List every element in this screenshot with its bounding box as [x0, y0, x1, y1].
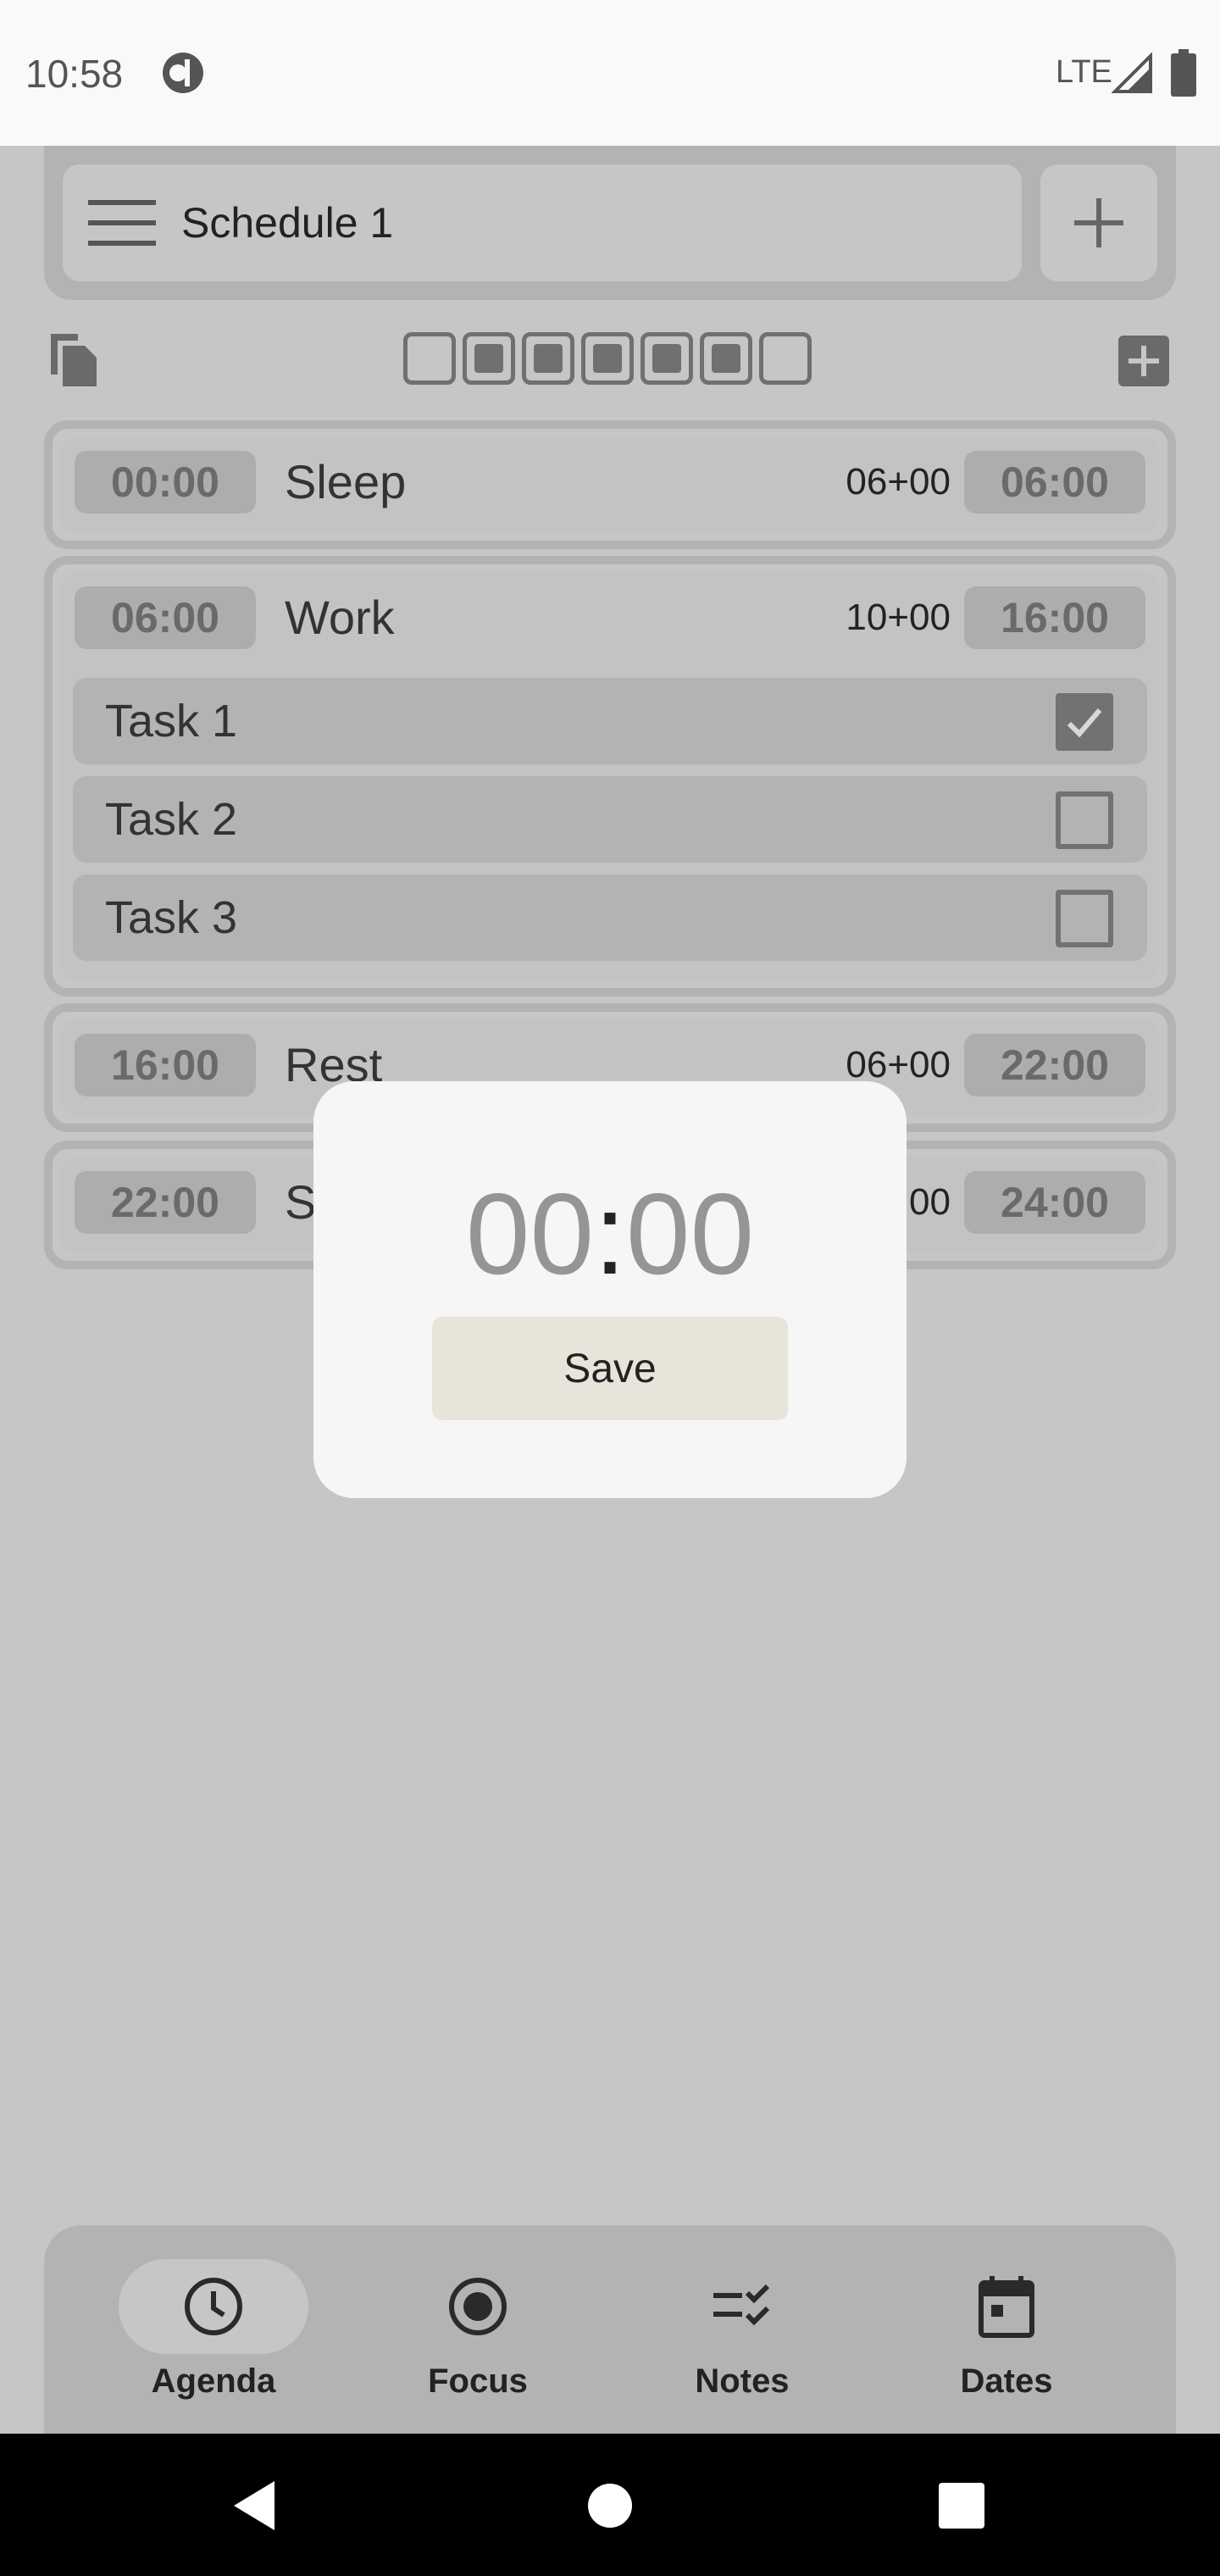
task-row[interactable]: Task 2: [73, 776, 1147, 863]
battery-icon: [1171, 49, 1196, 97]
time-separator: :: [594, 1169, 626, 1298]
menu-icon[interactable]: [88, 198, 156, 247]
task-label: Task 3: [105, 892, 238, 943]
task-checkbox[interactable]: [1056, 693, 1113, 751]
nav-label: Dates: [960, 2362, 1053, 2400]
minutes-value[interactable]: 00: [626, 1169, 754, 1298]
nav-label: Notes: [695, 2362, 790, 2400]
target-icon: [449, 2278, 507, 2335]
recents-icon[interactable]: [932, 2476, 991, 2535]
nav-dates[interactable]: Dates: [896, 2259, 1117, 2412]
plus-icon: [1074, 198, 1123, 247]
nav-label: Focus: [428, 2362, 528, 2400]
start-time[interactable]: 22:00: [75, 1171, 256, 1234]
day-toggle-4[interactable]: [581, 332, 634, 385]
app-notification-icon: [163, 53, 203, 93]
task-row[interactable]: Task 3: [73, 874, 1147, 961]
time-picker-dialog: 00:00 Save: [313, 1081, 907, 1498]
block-duration: 10+00: [846, 597, 951, 638]
schedule-title[interactable]: Schedule 1: [181, 197, 393, 249]
system-navigation-bar: [0, 2434, 1220, 2576]
day-toggle-7[interactable]: [759, 332, 812, 385]
end-time[interactable]: 06:00: [964, 451, 1145, 514]
calendar-icon: [979, 2276, 1034, 2338]
time-display: 00:00: [313, 1174, 907, 1293]
nav-label: Agenda: [151, 2362, 276, 2400]
save-button[interactable]: Save: [432, 1317, 788, 1420]
checklist-icon: [713, 2284, 770, 2326]
end-time[interactable]: 16:00: [964, 586, 1145, 649]
task-label: Task 1: [105, 696, 238, 747]
block-name: S: [285, 1175, 317, 1229]
nav-agenda[interactable]: Agenda: [103, 2259, 324, 2412]
agenda-block[interactable]: 00:00 Sleep 06+00 06:00: [44, 420, 1176, 549]
add-block-icon[interactable]: [1118, 336, 1169, 386]
check-icon: [1067, 708, 1102, 738]
start-time[interactable]: 00:00: [75, 451, 256, 514]
network-type: LTE: [1056, 54, 1112, 90]
hours-value[interactable]: 00: [466, 1169, 594, 1298]
status-bar: 10:58 LTE: [0, 0, 1220, 146]
day-toggle-3[interactable]: [522, 332, 574, 385]
end-time[interactable]: 24:00: [964, 1171, 1145, 1234]
task-label: Task 2: [105, 794, 238, 845]
nav-notes[interactable]: Notes: [632, 2259, 852, 2412]
day-toggle-5[interactable]: [640, 332, 693, 385]
nav-focus[interactable]: Focus: [368, 2259, 588, 2412]
start-time[interactable]: 16:00: [75, 1034, 256, 1096]
weekday-selector: [403, 332, 812, 386]
clock-icon: [185, 2278, 242, 2335]
bottom-navigation: Agenda Focus Notes Dates: [44, 2225, 1176, 2434]
day-toggle-6[interactable]: [700, 332, 752, 385]
add-schedule-button[interactable]: [1040, 164, 1157, 281]
back-icon[interactable]: [225, 2476, 285, 2535]
day-toggle-1[interactable]: [403, 332, 456, 385]
block-duration: 06+00: [846, 461, 951, 502]
block-name: Sleep: [285, 455, 407, 508]
task-row[interactable]: Task 1: [73, 678, 1147, 764]
block-name: Work: [285, 591, 395, 644]
home-icon[interactable]: [580, 2476, 640, 2535]
copy-icon[interactable]: [47, 330, 100, 390]
end-time[interactable]: 22:00: [964, 1034, 1145, 1096]
task-checkbox[interactable]: [1056, 791, 1113, 849]
signal-icon: [1112, 53, 1152, 93]
task-checkbox[interactable]: [1056, 890, 1113, 947]
day-toggle-2[interactable]: [463, 332, 515, 385]
status-time: 10:58: [25, 52, 124, 96]
start-time[interactable]: 06:00: [75, 586, 256, 649]
